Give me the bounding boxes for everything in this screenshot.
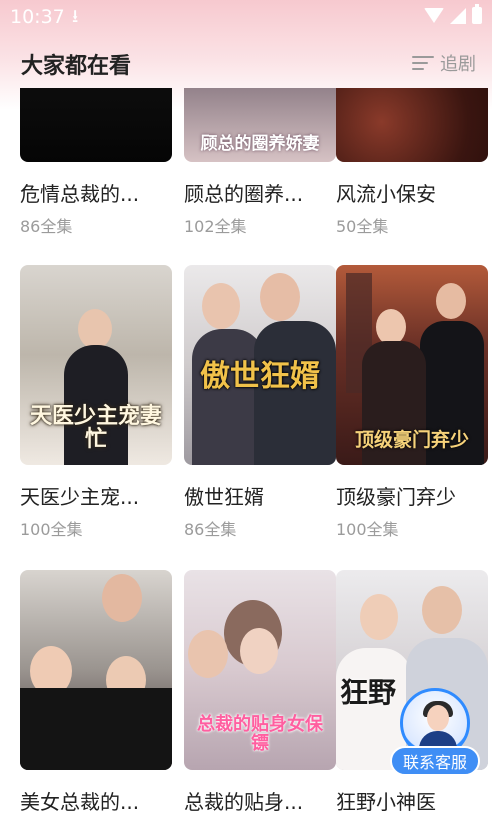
poster-art [436, 283, 466, 319]
drama-episodes: 100全集 [20, 520, 83, 539]
drama-title: 风流小保安 [336, 182, 436, 206]
drama-poster[interactable] [336, 88, 488, 162]
drama-card[interactable]: 总裁的贴身女保镖 总裁的贴身... [184, 570, 336, 819]
wifi-icon [424, 8, 444, 23]
poster-art [202, 283, 240, 329]
poster-title-art: 总裁的贴身女保镖 [197, 714, 323, 755]
drama-poster[interactable]: 顾总的圈养娇妻 [184, 88, 336, 162]
drama-poster[interactable] [20, 570, 172, 770]
drama-poster[interactable]: 总裁的贴身女保镖 [184, 570, 336, 770]
poster-art [240, 628, 278, 674]
customer-service-button[interactable]: 联系客服 [390, 688, 480, 776]
drama-card[interactable]: 顾总的圈养娇妻 顾总的圈养... 102全集 [184, 88, 336, 237]
system-icons [424, 4, 482, 24]
drama-title: 狂野小神医 [336, 790, 436, 814]
drama-card[interactable]: 傲世狂婿 傲世狂婿 86全集 [184, 265, 336, 540]
drama-title: 美女总裁的... [20, 790, 140, 814]
drama-title: 总裁的贴身... [184, 790, 304, 814]
poster-art [422, 586, 462, 634]
poster-title-art: 天医少主宠妻忙 [29, 403, 162, 452]
section-header: 大家都在看 追剧 [0, 40, 492, 86]
drama-episodes: 100全集 [336, 520, 399, 539]
drama-episodes: 86全集 [184, 520, 237, 539]
drama-title: 顾总的圈养... [184, 182, 304, 206]
poster-title-art: 顶级豪门弃少 [354, 429, 469, 452]
signal-icon [450, 7, 466, 24]
drama-episodes: 102全集 [184, 217, 247, 236]
drama-card[interactable]: 天医少主宠妻忙 天医少主宠... 100全集 [20, 265, 172, 540]
battery-icon [472, 4, 482, 24]
drama-poster[interactable]: 傲世狂婿 [184, 265, 336, 465]
drama-card[interactable]: 危情总裁的... 86全集 [20, 88, 172, 237]
poster-art [72, 122, 112, 152]
poster-art [376, 309, 406, 345]
follow-drama-button[interactable]: 追剧 [412, 50, 476, 76]
section-title: 大家都在看 [21, 54, 132, 79]
customer-service-label: 联系客服 [390, 746, 480, 776]
drama-poster[interactable]: 天医少主宠妻忙 [20, 265, 172, 465]
status-bar: 10:37 ⭳ [0, 0, 492, 34]
poster-title-art: 傲世狂婿 [200, 359, 320, 394]
drama-poster[interactable]: 顶级豪门弃少 [336, 265, 488, 465]
drama-card[interactable]: 美女总裁的... [20, 570, 172, 819]
status-time: 10:37 [10, 6, 65, 28]
drama-card[interactable]: 风流小保安 50全集 [336, 88, 488, 237]
poster-art [260, 273, 300, 321]
agent-face [427, 705, 449, 731]
list-icon [412, 54, 434, 72]
poster-art [188, 630, 228, 678]
poster-art [360, 594, 398, 640]
drama-title: 危情总裁的... [20, 182, 140, 206]
drama-title: 天医少主宠... [20, 485, 140, 509]
drama-episodes: 86全集 [20, 217, 73, 236]
drama-episodes: 50全集 [336, 217, 389, 236]
drama-poster[interactable] [20, 88, 172, 162]
drama-title: 傲世狂婿 [184, 485, 264, 509]
poster-art [102, 574, 142, 622]
drama-card[interactable]: 顶级豪门弃少 顶级豪门弃少 100全集 [336, 265, 488, 540]
poster-art [20, 688, 172, 770]
poster-art [78, 309, 112, 349]
poster-title-art: 顾总的圈养娇妻 [200, 134, 320, 155]
drama-title: 顶级豪门弃少 [336, 485, 456, 509]
follow-drama-label: 追剧 [440, 54, 476, 75]
download-icon: ⭳ [72, 6, 79, 27]
